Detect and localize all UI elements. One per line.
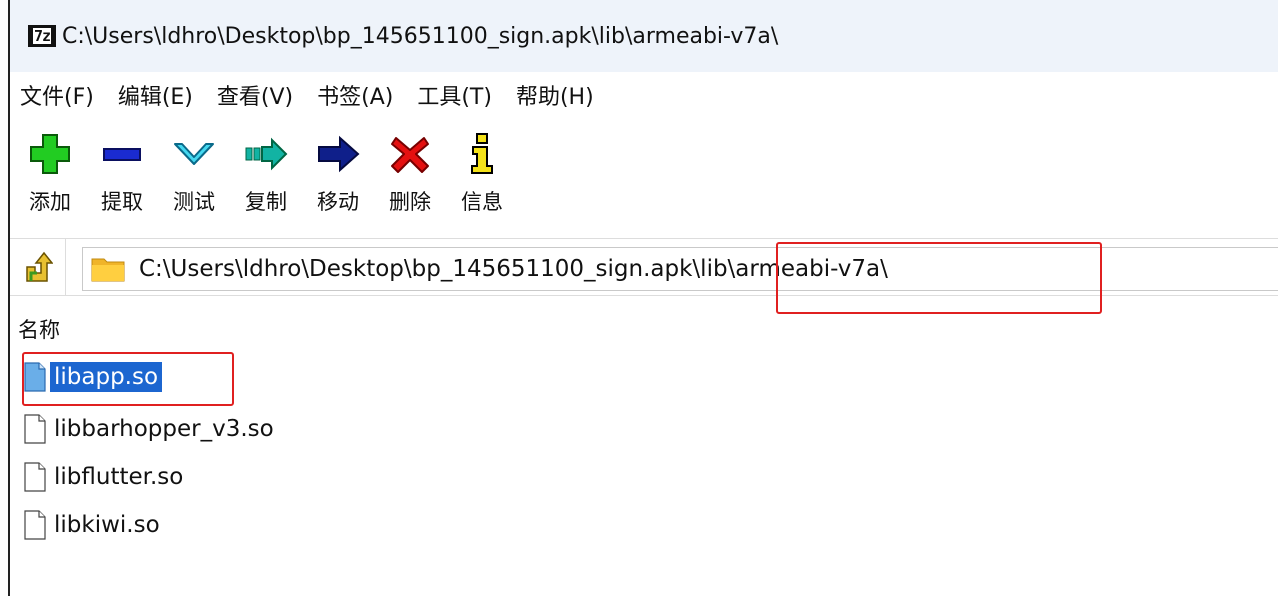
file-name: libflutter.so — [54, 464, 184, 490]
info-label: 信息 — [461, 190, 503, 214]
column-header-name[interactable]: 名称 — [18, 314, 60, 344]
file-name: libbarhopper_v3.so — [54, 416, 274, 442]
test-button[interactable]: 测试 — [158, 130, 230, 230]
info-icon — [458, 130, 506, 178]
delete-label: 删除 — [389, 190, 431, 214]
list-item[interactable]: libbarhopper_v3.so — [24, 408, 278, 450]
test-icon — [170, 130, 218, 178]
path-text: C:\Users\ldhro\Desktop\bp_145651100_sign… — [139, 256, 888, 282]
delete-button[interactable]: 删除 — [374, 130, 446, 230]
folder-up-icon — [25, 251, 53, 282]
move-label: 移动 — [317, 190, 359, 214]
file-name: libapp.so — [50, 362, 163, 392]
toolbar: 添加 提取 测试 复制 移动 删除 信息 — [10, 118, 1278, 238]
test-label: 测试 — [173, 190, 215, 214]
file-list: 名称 libapp.so libbarhopper_v3.so libflutt… — [10, 296, 1278, 596]
add-icon — [26, 130, 74, 178]
folder-icon — [91, 258, 125, 282]
window-title: C:\Users\ldhro\Desktop\bp_145651100_sign… — [62, 23, 779, 49]
extract-button[interactable]: 提取 — [86, 130, 158, 230]
7zip-window: 7z C:\Users\ldhro\Desktop\bp_145651100_s… — [8, 0, 1278, 596]
move-icon — [314, 130, 362, 178]
list-item[interactable]: libkiwi.so — [24, 504, 164, 546]
info-button[interactable]: 信息 — [446, 130, 518, 230]
move-button[interactable]: 移动 — [302, 130, 374, 230]
add-label: 添加 — [29, 190, 71, 214]
copy-icon — [242, 130, 290, 178]
file-icon — [24, 462, 46, 492]
menu-file[interactable]: 文件(F) — [20, 79, 94, 111]
list-item[interactable]: libflutter.so — [24, 456, 187, 498]
title-bar: 7z C:\Users\ldhro\Desktop\bp_145651100_s… — [10, 0, 1278, 72]
copy-button[interactable]: 复制 — [230, 130, 302, 230]
extract-label: 提取 — [101, 190, 143, 214]
menu-bar: 文件(F) 编辑(E) 查看(V) 书签(A) 工具(T) 帮助(H) — [10, 72, 1278, 118]
file-icon — [24, 362, 46, 392]
address-bar: C:\Users\ldhro\Desktop\bp_145651100_sign… — [10, 238, 1278, 296]
file-icon — [24, 510, 46, 540]
copy-label: 复制 — [245, 190, 287, 214]
menu-tools[interactable]: 工具(T) — [417, 79, 492, 111]
menu-view[interactable]: 查看(V) — [217, 79, 293, 111]
menu-edit[interactable]: 编辑(E) — [118, 79, 193, 111]
7zip-app-icon: 7z — [28, 25, 56, 47]
add-button[interactable]: 添加 — [14, 130, 86, 230]
file-name: libkiwi.so — [54, 512, 160, 538]
up-folder-button[interactable] — [10, 238, 66, 296]
extract-icon — [98, 130, 146, 178]
list-item[interactable]: libapp.so — [24, 356, 163, 398]
delete-icon — [386, 130, 434, 178]
path-input[interactable]: C:\Users\ldhro\Desktop\bp_145651100_sign… — [82, 247, 1278, 291]
file-icon — [24, 414, 46, 444]
menu-bookmarks[interactable]: 书签(A) — [317, 79, 393, 111]
menu-help[interactable]: 帮助(H) — [516, 79, 594, 111]
